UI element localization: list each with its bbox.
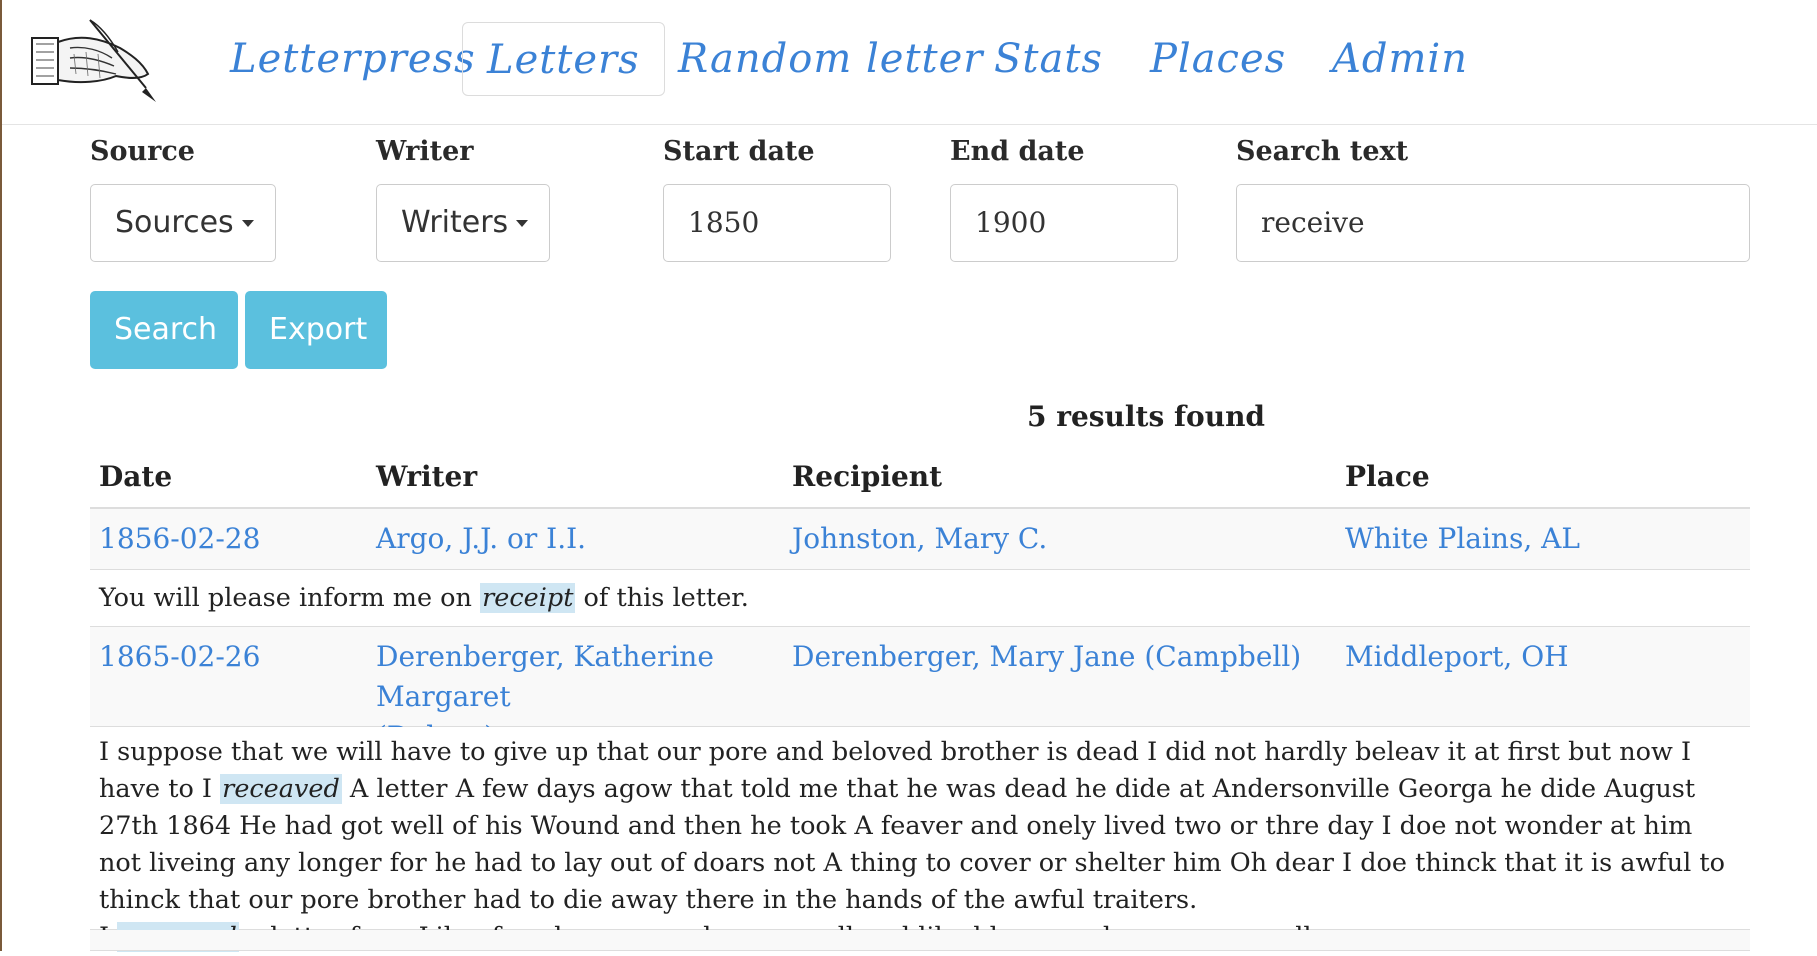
column-header-recipient: Recipient	[792, 460, 943, 493]
row-date-link[interactable]: 1865-02-26	[99, 637, 260, 677]
results-count: 5 results found	[1026, 400, 1265, 433]
export-button[interactable]: Export	[245, 291, 387, 369]
row-writer-link[interactable]: Argo, J.J. or I.I.	[376, 519, 586, 559]
row-recipient-link[interactable]: Johnston, Mary C.	[792, 519, 1047, 559]
end-date-label: End date	[950, 136, 1085, 167]
hand-writing-quill-icon[interactable]	[30, 18, 162, 104]
row-date-link[interactable]: 1856-02-28	[99, 519, 260, 559]
snippet-text: I suppose that we will have to give up t…	[99, 734, 1740, 956]
source-label: Source	[90, 136, 195, 167]
search-text-input[interactable]: receive	[1236, 184, 1750, 262]
snippet-text: You will please inform me on receipt of …	[99, 583, 749, 613]
row-place-link[interactable]: White Plains, AL	[1345, 519, 1580, 559]
snippet-row: I suppose that we will have to give up t…	[90, 727, 1750, 952]
nav-letterpress[interactable]: Letterpress	[206, 22, 500, 96]
search-text-label: Search text	[1236, 136, 1409, 167]
caret-down-icon	[241, 220, 254, 227]
window-edge	[0, 0, 2, 951]
nav-places[interactable]: Places	[1126, 22, 1310, 96]
caret-down-icon	[516, 220, 529, 227]
nav-random-letter[interactable]: Random letter	[654, 22, 1007, 96]
column-header-place: Place	[1345, 460, 1430, 493]
search-highlight: receipt	[480, 583, 576, 613]
column-header-date: Date	[99, 460, 173, 493]
search-highlight: receaved	[220, 774, 342, 804]
table-row: 1865-02-26 Derenberger, Katherine Margar…	[90, 627, 1750, 753]
source-dropdown[interactable]: Sources	[90, 184, 276, 262]
nav-admin[interactable]: Admin	[1308, 22, 1492, 96]
source-dropdown-value: Sources	[115, 205, 234, 240]
nav-stats[interactable]: Stats	[970, 22, 1127, 96]
table-row	[90, 930, 1750, 951]
column-header-writer: Writer	[376, 460, 478, 493]
row-place-link[interactable]: Middleport, OH	[1345, 637, 1569, 677]
start-date-label: Start date	[663, 136, 815, 167]
end-date-input[interactable]: 1900	[950, 184, 1178, 262]
snippet-row: You will please inform me on receipt of …	[90, 570, 1750, 627]
search-button[interactable]: Search	[90, 291, 238, 369]
writer-label: Writer	[376, 136, 474, 167]
top-navbar: Letterpress Letters Random letter Stats …	[2, 0, 1817, 125]
row-recipient-link[interactable]: Derenberger, Mary Jane (Campbell)	[792, 637, 1301, 677]
table-row: 1856-02-28 Argo, J.J. or I.I. Johnston, …	[90, 509, 1750, 570]
writer-dropdown[interactable]: Writers	[376, 184, 550, 262]
writer-dropdown-value: Writers	[401, 205, 509, 240]
nav-letters[interactable]: Letters	[462, 22, 665, 96]
start-date-input[interactable]: 1850	[663, 184, 891, 262]
